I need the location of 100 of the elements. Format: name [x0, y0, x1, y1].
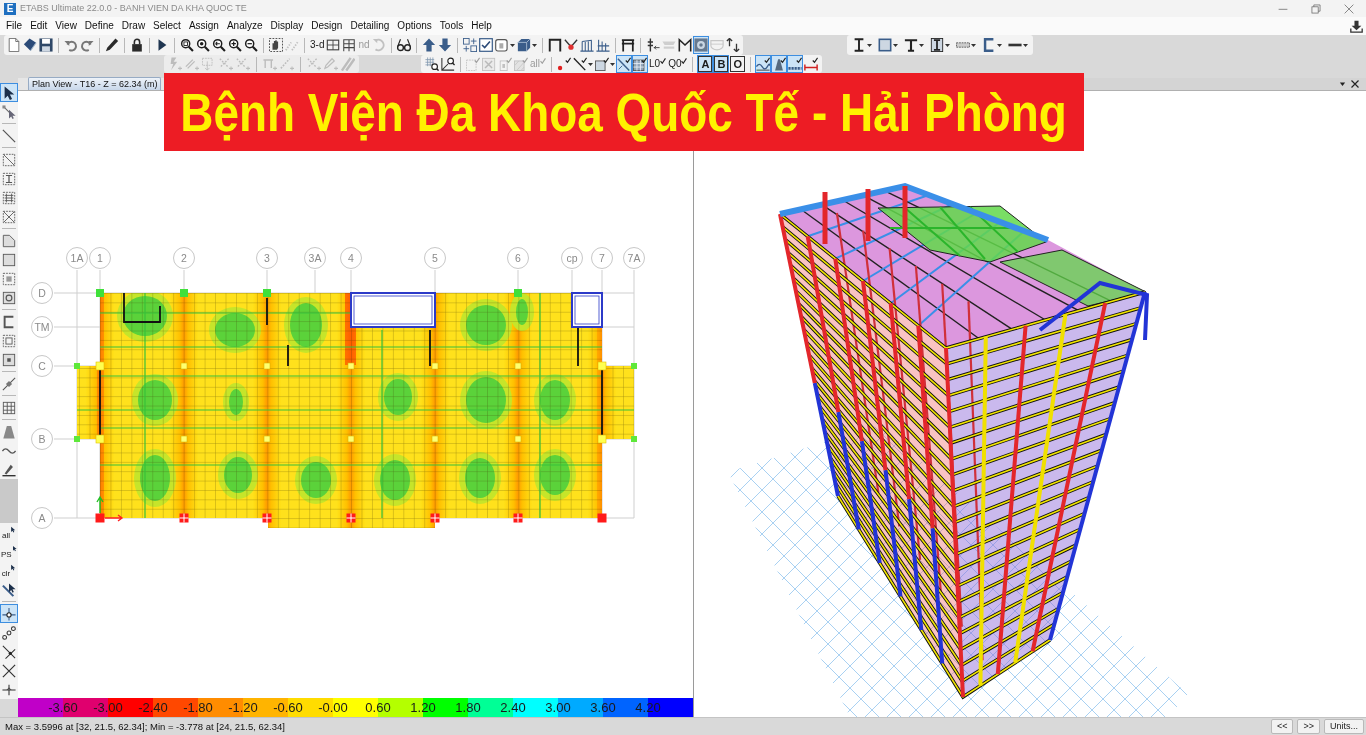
menu-item[interactable]: Assign	[184, 17, 223, 35]
toolbar-button[interactable]	[515, 36, 538, 54]
toolbar-button[interactable]	[754, 55, 771, 73]
menu-item[interactable]: Display	[266, 17, 308, 35]
menu-item[interactable]: Help	[467, 17, 496, 35]
toolbar-button[interactable]	[0, 604, 18, 623]
toolbar-button[interactable]: B	[713, 55, 730, 73]
grid-select-icon	[462, 38, 477, 52]
toolbar-button[interactable]	[436, 36, 453, 54]
menu-item[interactable]: Detailing	[346, 17, 394, 35]
toolbar-button[interactable]	[619, 36, 636, 54]
window-title: ETABS Ultimate 22.0.0 - BANH VIEN DA KHA QUOC TE	[20, 4, 247, 13]
toolbar-button[interactable]	[179, 36, 195, 54]
menu-item[interactable]: Define	[80, 17, 118, 35]
portal-frame-icon	[547, 38, 562, 52]
menu-item[interactable]: Options	[393, 17, 436, 35]
dimension-line-icon	[803, 57, 818, 71]
menu-item[interactable]: Analyze	[222, 17, 267, 35]
grid-bubble: 6	[507, 247, 529, 269]
toolbar-button[interactable]: 3-d	[309, 36, 326, 54]
magnifier-icon	[196, 38, 210, 52]
dashed-diagonal-box-icon	[2, 152, 16, 167]
toolbar-button[interactable]	[440, 55, 456, 73]
toolbar-button[interactable]	[104, 36, 120, 54]
box-arrow-icon	[202, 57, 216, 71]
menu-item[interactable]: View	[51, 17, 81, 35]
status-button[interactable]: <<	[1270, 719, 1294, 734]
polygon-icon	[2, 233, 16, 248]
view-tab[interactable]: Plan View - T16 - Z = 62.34 (m)	[28, 77, 162, 90]
toolbar-button[interactable]: all	[0, 523, 18, 542]
toolbar-button[interactable]	[594, 55, 616, 73]
cone-icon	[2, 424, 16, 439]
dashed-i-box-icon	[2, 171, 16, 186]
column-tick-icon	[498, 57, 512, 71]
toolbar-button[interactable]	[676, 36, 693, 54]
legend-label: 3.60	[590, 700, 616, 715]
caret-icon	[866, 43, 872, 47]
toolbar-button[interactable]: L0	[648, 55, 668, 73]
menu-item[interactable]: File	[2, 17, 27, 35]
redo-icon	[80, 38, 94, 52]
dashed-square-icon	[2, 271, 16, 286]
toolbar-button[interactable]	[902, 36, 925, 54]
toolbar-button[interactable]	[38, 36, 54, 54]
toolbar-button[interactable]	[572, 55, 594, 73]
toolbar-button[interactable]: O	[729, 55, 746, 73]
menu-item[interactable]: Select	[149, 17, 185, 35]
restore-icon[interactable]	[1311, 3, 1321, 14]
cursor-icon	[11, 544, 17, 553]
toolbar-button[interactable]	[195, 36, 211, 54]
toolbar-button[interactable]	[632, 55, 648, 73]
toolbar-button[interactable]	[243, 36, 259, 54]
magnifier-minus-icon	[244, 38, 258, 52]
toolbar-button[interactable]	[556, 55, 572, 73]
toolbar-button[interactable]	[0, 623, 18, 642]
toolbar-button[interactable]	[928, 36, 951, 54]
toolbar-button[interactable]: PS	[0, 542, 18, 561]
legend-label: 2.40	[500, 700, 526, 715]
toolbar-button[interactable]	[876, 36, 899, 54]
menu-item[interactable]: Tools	[435, 17, 468, 35]
toolbar-button[interactable]: Q0	[667, 55, 689, 73]
toolbar-button[interactable]	[424, 55, 440, 73]
menu-item[interactable]: Edit	[26, 17, 52, 35]
intersection-icon	[2, 644, 16, 659]
download-icon[interactable]	[1350, 19, 1363, 33]
toolbar-button[interactable]: A	[697, 55, 714, 73]
down-arrow-icon	[437, 38, 452, 52]
toolbar-button[interactable]	[395, 36, 412, 54]
grid-bubble: 1	[89, 247, 111, 269]
tick-icon	[681, 58, 688, 64]
status-button[interactable]: >>	[1297, 719, 1320, 734]
toolbar-button[interactable]	[268, 36, 284, 54]
pointer-icon	[2, 85, 16, 100]
legend-label: -1.80	[183, 700, 213, 715]
menu-item[interactable]: Design	[307, 17, 347, 35]
toolbar-button[interactable]	[211, 36, 227, 54]
dropdown-icon[interactable]	[1339, 81, 1346, 87]
toolbar-button[interactable]	[477, 36, 494, 54]
toolbar-button[interactable]	[802, 55, 819, 73]
toolbar-button[interactable]	[341, 36, 358, 54]
caret-icon	[1022, 43, 1028, 47]
grid-bubble: cp	[561, 247, 583, 269]
hatched-box-tick-icon	[514, 57, 528, 71]
toolbar-button[interactable]	[546, 36, 563, 54]
save-icon	[39, 38, 53, 52]
toolbar-button[interactable]	[493, 36, 516, 54]
column-bars-icon	[595, 38, 610, 52]
toolbar-button[interactable]: clr	[0, 561, 18, 580]
menu-item[interactable]: Draw	[117, 17, 150, 35]
toolbar-button[interactable]	[420, 36, 437, 54]
new-file-icon	[7, 38, 21, 52]
toolbar-button[interactable]	[724, 36, 741, 54]
line-icon	[2, 128, 16, 143]
toolbar-button[interactable]	[0, 83, 18, 102]
close-icon[interactable]	[1351, 80, 1359, 88]
toolbar-button[interactable]	[129, 36, 145, 54]
toolbar-button[interactable]	[227, 36, 243, 54]
toolbar-button[interactable]	[22, 36, 38, 54]
status-button[interactable]: Units...	[1324, 719, 1364, 734]
toolbar-button[interactable]	[616, 55, 632, 73]
diagonal-link-icon	[2, 376, 16, 391]
